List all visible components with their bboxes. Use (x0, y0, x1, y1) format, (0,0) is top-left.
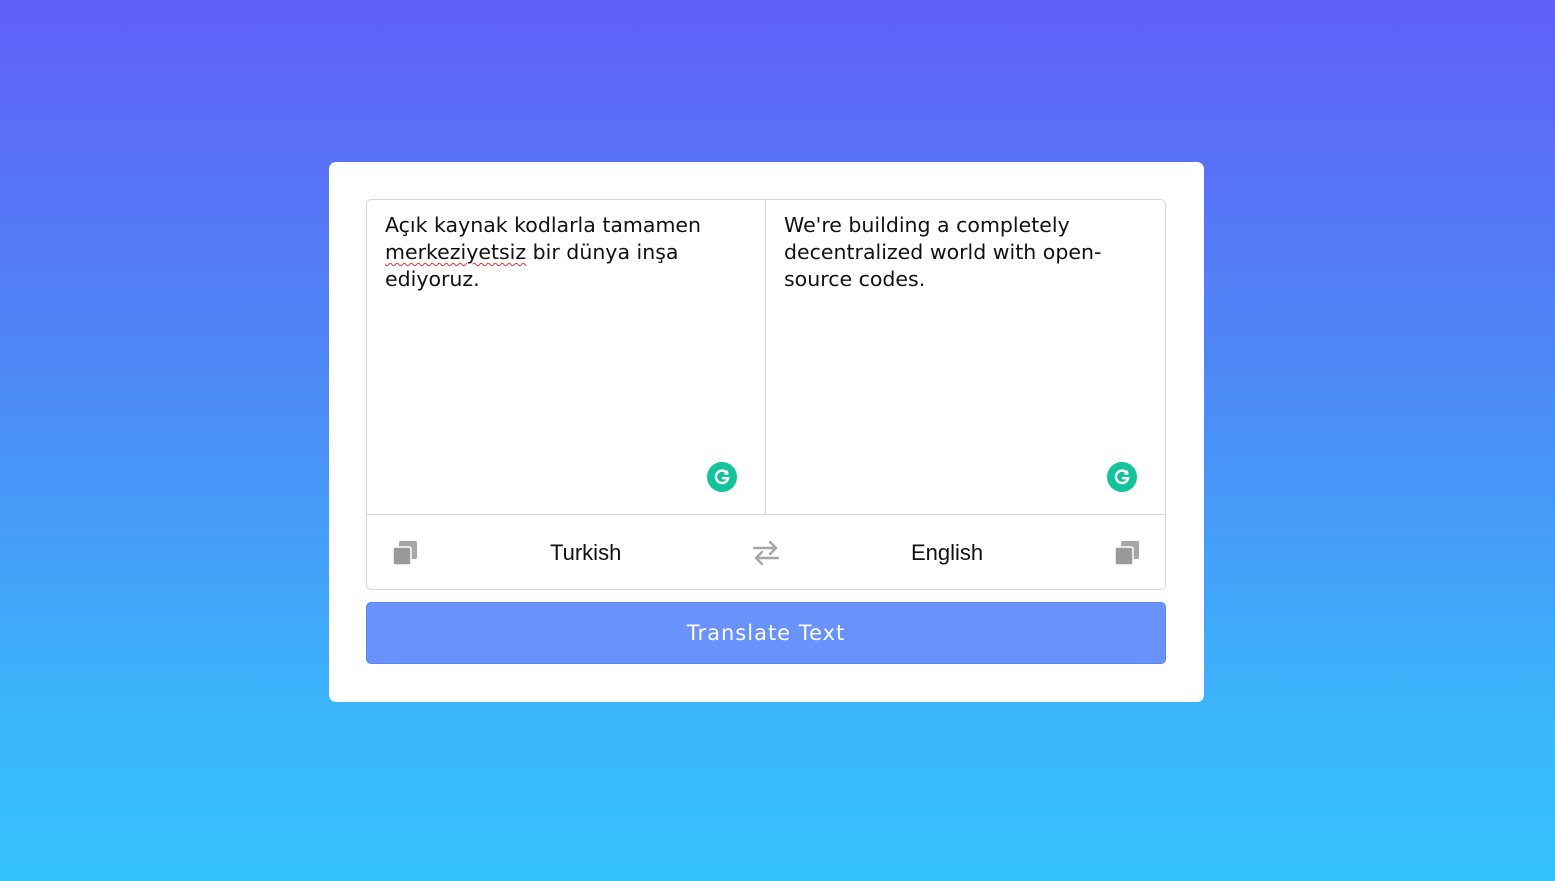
target-text-pane: We're building a completely decentralize… (766, 200, 1165, 514)
source-textarea[interactable]: Açık kaynak kodlarla tamamen merkeziyets… (367, 200, 765, 514)
translate-button[interactable]: Translate Text (366, 602, 1166, 664)
source-language-selector[interactable]: Turkish (550, 540, 621, 566)
copy-icon[interactable] (1113, 539, 1141, 567)
text-input-row: Açık kaynak kodlarla tamamen merkeziyets… (367, 200, 1165, 515)
misspelled-word[interactable]: merkeziyetsiz (385, 240, 526, 264)
language-controls: Turkish English (367, 515, 1165, 589)
grammarly-icon[interactable] (707, 462, 737, 492)
translator-wrapper: Açık kaynak kodlarla tamamen merkeziyets… (366, 199, 1166, 590)
target-textarea[interactable]: We're building a completely decentralize… (766, 200, 1165, 514)
swap-arrows-icon[interactable] (751, 539, 781, 567)
source-text-pane: Açık kaynak kodlarla tamamen merkeziyets… (367, 200, 766, 514)
translator-card: Açık kaynak kodlarla tamamen merkeziyets… (329, 162, 1204, 702)
copy-icon[interactable] (391, 539, 419, 567)
target-language-selector[interactable]: English (911, 540, 983, 566)
source-text-part-1: Açık kaynak kodlarla tamamen (385, 213, 702, 237)
grammarly-icon[interactable] (1107, 462, 1137, 492)
